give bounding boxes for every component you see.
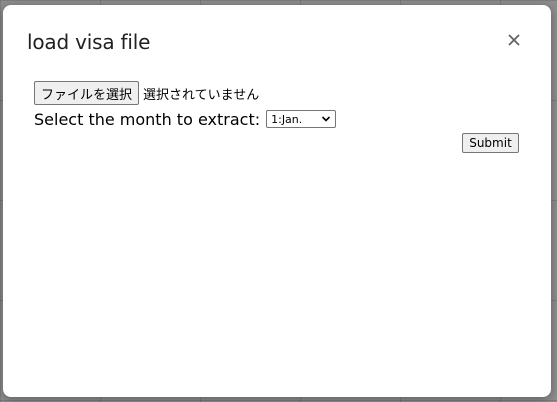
month-select[interactable]: 1:Jan. [266,110,337,128]
close-icon [508,34,520,46]
month-row: Select the month to extract: 1:Jan. [34,108,337,130]
file-input: ファイルを選択 選択されていません [34,81,259,105]
file-status-text: 選択されていません [143,87,260,103]
load-visa-dialog: load visa file ファイルを選択 選択されていません Select … [3,5,551,397]
choose-file-button[interactable]: ファイルを選択 [34,81,140,105]
chevron-down-icon [322,116,331,122]
submit-button[interactable]: Submit [462,133,519,153]
close-button[interactable] [505,31,523,49]
month-select-value: 1:Jan. [271,112,303,126]
month-label: Select the month to extract: [34,109,261,129]
dialog-title: load visa file [27,30,151,54]
